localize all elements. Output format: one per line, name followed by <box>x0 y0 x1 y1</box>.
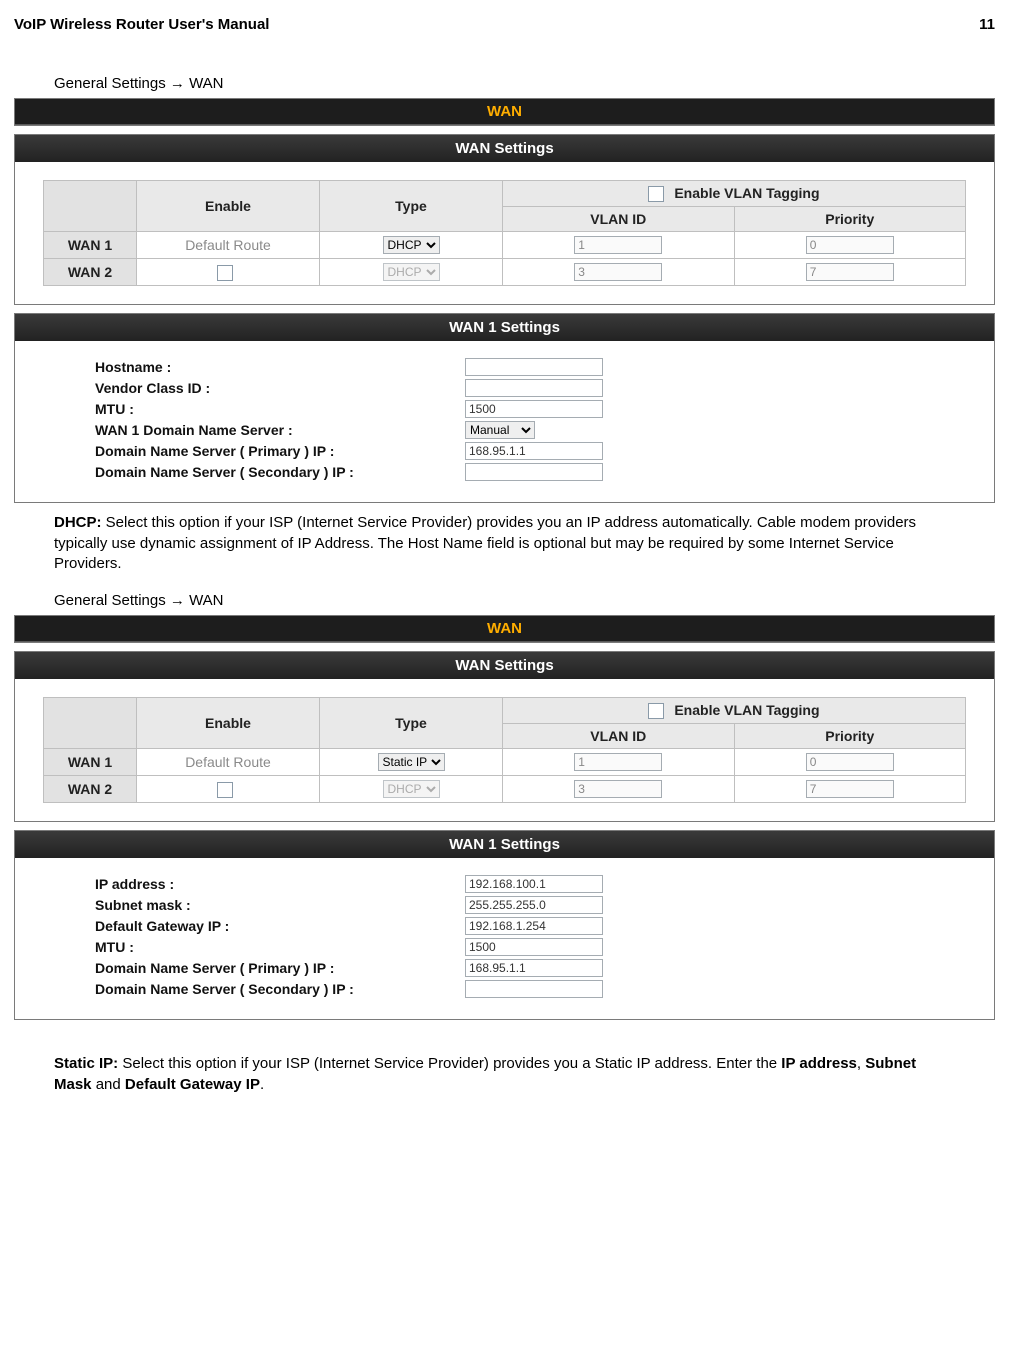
wan1-enable: Default Route <box>137 232 320 259</box>
static-c1: , <box>857 1055 865 1072</box>
dns2-label: Domain Name Server ( Secondary ) IP : <box>95 981 465 997</box>
wan-settings-title: WAN Settings <box>15 135 994 162</box>
dhcp-rest: Select this option if your ISP (Internet… <box>54 514 916 572</box>
wan-table: Enable Type Enable VLAN Tagging VLAN ID … <box>43 180 966 286</box>
static-b1: IP address <box>781 1055 857 1072</box>
wan2-label: WAN 2 <box>44 259 137 286</box>
col-priority: Priority <box>734 207 966 232</box>
dns2-label: Domain Name Server ( Secondary ) IP : <box>95 464 465 480</box>
wan-panel: WAN <box>14 98 995 126</box>
col-type: Type <box>320 698 503 749</box>
wan-title: WAN <box>15 616 994 642</box>
wan1-prio-input[interactable] <box>806 236 894 254</box>
dns1-label: Domain Name Server ( Primary ) IP : <box>95 443 465 459</box>
mask-input[interactable] <box>465 896 603 914</box>
gw-label: Default Gateway IP : <box>95 918 465 934</box>
col-vlan-id: VLAN ID <box>503 207 735 232</box>
wan1-prio-input[interactable] <box>806 753 894 771</box>
static-lead: Static IP: <box>54 1055 118 1072</box>
dnsmode-label: WAN 1 Domain Name Server : <box>95 422 465 438</box>
wan-settings-title: WAN Settings <box>15 652 994 679</box>
mask-label: Subnet mask : <box>95 897 465 913</box>
dns1-input[interactable] <box>465 959 603 977</box>
col-type: Type <box>320 181 503 232</box>
static-mid: Select this option if your ISP (Internet… <box>118 1055 781 1072</box>
wan1-settings-title: WAN 1 Settings <box>15 314 994 341</box>
wan1-settings-panel: WAN 1 Settings IP address : Subnet mask … <box>14 830 995 1020</box>
page-header: VoIP Wireless Router User's Manual 11 <box>14 16 995 33</box>
mtu-label: MTU : <box>95 401 465 417</box>
wan2-type-select[interactable]: DHCP <box>383 263 440 281</box>
col-vlan-id: VLAN ID <box>503 724 735 749</box>
mtu-input[interactable] <box>465 938 603 956</box>
dhcp-lead: DHCP: <box>54 514 102 531</box>
wan1-label: WAN 1 <box>44 749 137 776</box>
dnsmode-select[interactable]: Manual <box>465 421 535 439</box>
wan1-type-select[interactable]: Static IP <box>378 753 445 771</box>
col-blank <box>44 181 137 232</box>
wan2-prio-input[interactable] <box>806 780 894 798</box>
table-row: WAN 2 DHCP <box>44 259 966 286</box>
mtu-input[interactable] <box>465 400 603 418</box>
wan-settings-panel: WAN Settings Enable Type Enable VLAN Tag… <box>14 134 995 305</box>
wan-settings-panel: WAN Settings Enable Type Enable VLAN Tag… <box>14 651 995 822</box>
mtu-label: MTU : <box>95 939 465 955</box>
wan1-settings-panel: WAN 1 Settings Hostname : Vendor Class I… <box>14 313 995 503</box>
vendor-input[interactable] <box>465 379 603 397</box>
breadcrumb: General Settings → WAN <box>54 592 995 609</box>
gw-input[interactable] <box>465 917 603 935</box>
wan-table: Enable Type Enable VLAN Tagging VLAN ID … <box>43 697 966 803</box>
col-enable: Enable <box>137 698 320 749</box>
enable-vlan-label: Enable VLAN Tagging <box>674 185 819 201</box>
dns2-input[interactable] <box>465 980 603 998</box>
dns2-input[interactable] <box>465 463 603 481</box>
wan1-settings-title: WAN 1 Settings <box>15 831 994 858</box>
col-vlan-tagging: Enable VLAN Tagging <box>503 698 966 724</box>
static-end: . <box>260 1076 264 1093</box>
enable-vlan-label: Enable VLAN Tagging <box>674 702 819 718</box>
wan2-vlan-input[interactable] <box>574 780 662 798</box>
wan1-vlan-input[interactable] <box>574 753 662 771</box>
wan2-prio-input[interactable] <box>806 263 894 281</box>
staticip-description: Static IP: Select this option if your IS… <box>54 1054 955 1095</box>
wan2-label: WAN 2 <box>44 776 137 803</box>
enable-vlan-checkbox[interactable] <box>648 186 664 202</box>
wan1-enable: Default Route <box>137 749 320 776</box>
col-blank <box>44 698 137 749</box>
hostname-input[interactable] <box>465 358 603 376</box>
manual-title: VoIP Wireless Router User's Manual <box>14 16 269 33</box>
col-vlan-tagging: Enable VLAN Tagging <box>503 181 966 207</box>
table-row: WAN 2 DHCP <box>44 776 966 803</box>
wan2-enable-checkbox[interactable] <box>217 265 233 281</box>
ip-input[interactable] <box>465 875 603 893</box>
breadcrumb: General Settings → WAN <box>54 75 995 92</box>
table-row: WAN 1 Default Route Static IP <box>44 749 966 776</box>
table-row: WAN 1 Default Route DHCP <box>44 232 966 259</box>
wan2-type-select[interactable]: DHCP <box>383 780 440 798</box>
dhcp-description: DHCP: Select this option if your ISP (In… <box>54 513 955 574</box>
col-enable: Enable <box>137 181 320 232</box>
hostname-label: Hostname : <box>95 359 465 375</box>
wan1-type-select[interactable]: DHCP <box>383 236 440 254</box>
wan1-label: WAN 1 <box>44 232 137 259</box>
wan2-enable-checkbox[interactable] <box>217 782 233 798</box>
ip-label: IP address : <box>95 876 465 892</box>
wan2-vlan-input[interactable] <box>574 263 662 281</box>
col-priority: Priority <box>734 724 966 749</box>
dns1-input[interactable] <box>465 442 603 460</box>
static-b3: Default Gateway IP <box>125 1076 260 1093</box>
vendor-label: Vendor Class ID : <box>95 380 465 396</box>
wan-panel: WAN <box>14 615 995 643</box>
wan-title: WAN <box>15 99 994 125</box>
dns1-label: Domain Name Server ( Primary ) IP : <box>95 960 465 976</box>
enable-vlan-checkbox[interactable] <box>648 703 664 719</box>
static-c2: and <box>92 1076 125 1093</box>
wan1-vlan-input[interactable] <box>574 236 662 254</box>
page-number: 11 <box>979 16 995 33</box>
